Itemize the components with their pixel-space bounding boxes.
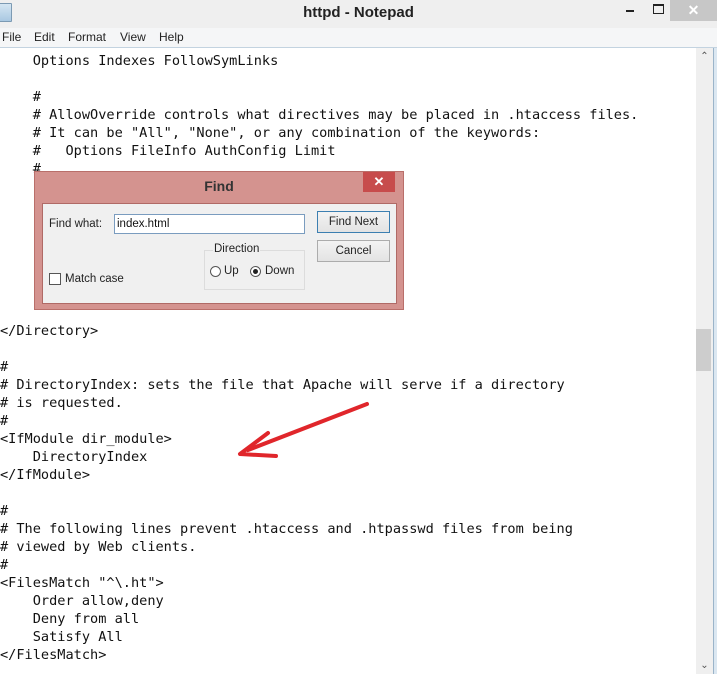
direction-down-label[interactable]: Down xyxy=(265,265,294,277)
menu-view[interactable]: View xyxy=(120,30,146,44)
text-line: # xyxy=(0,89,41,105)
close-button[interactable]: ✕ xyxy=(670,0,717,21)
find-dialog-title: Find xyxy=(204,178,234,194)
cancel-button[interactable]: Cancel xyxy=(317,240,390,262)
menu-file[interactable]: File xyxy=(2,30,21,44)
minimize-button[interactable] xyxy=(618,0,644,21)
text-editor[interactable]: Options Indexes FollowSymLinks # # Allow… xyxy=(0,48,696,674)
menu-format[interactable]: Format xyxy=(68,30,106,44)
text-line: # AllowOverride controls what directives… xyxy=(0,107,639,123)
text-line: </FilesMatch> xyxy=(0,647,107,663)
text-line: # xyxy=(0,359,9,375)
find-what-label: Find what: xyxy=(49,218,102,230)
window-border xyxy=(713,48,717,674)
text-line: # Options FileInfo AuthConfig Limit xyxy=(0,143,336,159)
text-line: <FilesMatch "^\.ht"> xyxy=(0,575,164,591)
text-line: Satisfy All xyxy=(0,629,123,645)
find-what-input[interactable] xyxy=(114,214,305,234)
text-line: <IfModule dir_module> xyxy=(0,431,172,447)
text-line: Deny from all xyxy=(0,611,140,627)
text-line: </Directory> xyxy=(0,323,99,339)
text-line: # The following lines prevent .htaccess … xyxy=(0,521,573,537)
text-line: # It can be "All", "None", or any combin… xyxy=(0,125,541,141)
find-dialog-body: Find what: Find Next Cancel Direction Up… xyxy=(42,203,397,304)
direction-down-radio[interactable] xyxy=(250,266,261,277)
menu-bar: File Edit Format View Help xyxy=(0,28,717,48)
text-line: </IfModule> xyxy=(0,467,91,483)
text-line: # viewed by Web clients. xyxy=(0,539,197,555)
match-case-label[interactable]: Match case xyxy=(65,273,124,285)
scroll-down-arrow-icon[interactable]: ⌄ xyxy=(696,657,713,674)
find-what-label-text: Find what: xyxy=(49,218,103,230)
text-line: DirectoryIndex xyxy=(0,449,156,465)
direction-group: Direction Up Down xyxy=(204,243,305,290)
scroll-up-arrow-icon[interactable]: ⌃ xyxy=(696,48,713,65)
text-line: # xyxy=(0,557,9,573)
text-line: # DirectoryIndex: sets the file that Apa… xyxy=(0,377,565,393)
direction-up-radio[interactable] xyxy=(210,266,221,277)
vertical-scrollbar[interactable]: ⌃ ⌄ xyxy=(696,48,713,674)
direction-up-label[interactable]: Up xyxy=(224,265,239,277)
menu-edit[interactable]: Edit xyxy=(34,30,55,44)
text-line: # is requested. xyxy=(0,395,123,411)
title-bar: httpd - Notepad ✕ xyxy=(0,0,717,28)
find-dialog: Find ✕ Find what: Find Next Cancel Direc… xyxy=(34,171,404,310)
find-dialog-close-button[interactable]: ✕ xyxy=(363,172,395,192)
scroll-thumb[interactable] xyxy=(696,329,711,371)
match-case-checkbox[interactable] xyxy=(49,273,61,285)
text-line: Order allow,deny xyxy=(0,593,164,609)
text-line: # xyxy=(0,413,9,429)
window-title: httpd - Notepad xyxy=(303,4,414,21)
menu-help[interactable]: Help xyxy=(159,30,184,44)
direction-label: Direction xyxy=(213,243,261,255)
text-line: # xyxy=(0,503,9,519)
find-next-button[interactable]: Find Next xyxy=(317,211,390,233)
text-line: Options Indexes FollowSymLinks xyxy=(0,53,279,69)
